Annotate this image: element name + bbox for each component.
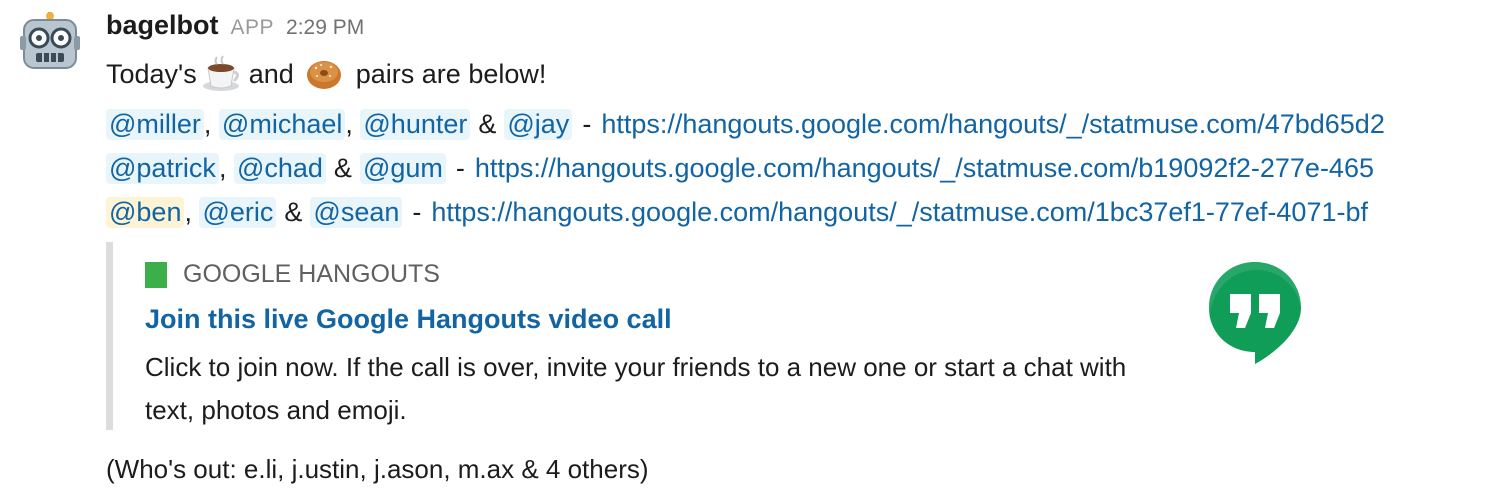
dash-separator: - (582, 108, 592, 139)
provider-color-square (145, 261, 167, 288)
message-header: bagelbot APP 2:29 PM (106, 10, 364, 46)
user-mention[interactable]: @sean (310, 196, 403, 228)
user-mention[interactable]: @patrick (106, 152, 219, 184)
attachment-description: Click to join now. If the call is over, … (145, 352, 1127, 425)
comma-separator: , (184, 196, 200, 227)
user-mention[interactable]: @chad (233, 152, 326, 184)
intro-before: Today's (106, 58, 197, 89)
dash-separator: - (455, 152, 465, 183)
comma-separator: , (345, 108, 361, 139)
dash-separator: - (412, 196, 422, 227)
hangout-link[interactable]: https://hangouts.google.com/hangouts/_/s… (475, 153, 1374, 184)
provider-name: GOOGLE HANGOUTS (183, 260, 440, 288)
user-mention[interactable]: @gum (359, 152, 446, 184)
comma-separator: , (203, 108, 219, 139)
intro-line: Today's and pairs are below! (106, 54, 546, 94)
intro-after: pairs are below! (355, 58, 547, 89)
author-name[interactable]: bagelbot (106, 10, 219, 41)
pair-line: @ben, @eric & @sean - https://hangouts.goo… (106, 192, 1368, 232)
google-hangouts-logo-icon[interactable] (1205, 258, 1305, 366)
user-mention[interactable]: @miller (106, 108, 204, 140)
user-mention[interactable]: @hunter (360, 108, 471, 140)
ampersand: & (284, 196, 303, 227)
app-badge: APP (230, 16, 275, 39)
pair-line: @miller, @michael, @hunter & @jay - https:… (106, 104, 1385, 144)
user-mention[interactable]: @michael (218, 108, 346, 140)
user-mention[interactable]: @jay (504, 108, 573, 140)
whos-out-text: (Who's out: e.li, j.ustin, j.ason, m.ax … (106, 454, 649, 484)
self-mention[interactable]: @ben (106, 196, 185, 228)
attachment-title-link[interactable]: Join this live Google Hangouts video cal… (145, 304, 672, 335)
attachment-provider: GOOGLE HANGOUTS (145, 260, 440, 289)
hangout-link[interactable]: https://hangouts.google.com/hangouts/_/s… (601, 109, 1385, 140)
user-mention[interactable]: @eric (199, 196, 277, 228)
ampersand: & (333, 152, 352, 183)
intro-middle: and (248, 58, 294, 89)
timestamp[interactable]: 2:29 PM (286, 16, 364, 40)
comma-separator: , (218, 152, 234, 183)
hangout-link[interactable]: https://hangouts.google.com/hangouts/_/s… (431, 197, 1368, 228)
pair-line: @patrick, @chad & @gum - https://hangouts.… (106, 148, 1374, 188)
ampersand: & (478, 108, 497, 139)
coffee-emoji-icon (201, 54, 241, 94)
link-unfurl-attachment: GOOGLE HANGOUTS Join this live Google Ha… (106, 242, 1333, 430)
avatar[interactable] (20, 12, 80, 74)
bagel-emoji-icon (304, 54, 344, 94)
robot-face-icon (20, 12, 80, 69)
